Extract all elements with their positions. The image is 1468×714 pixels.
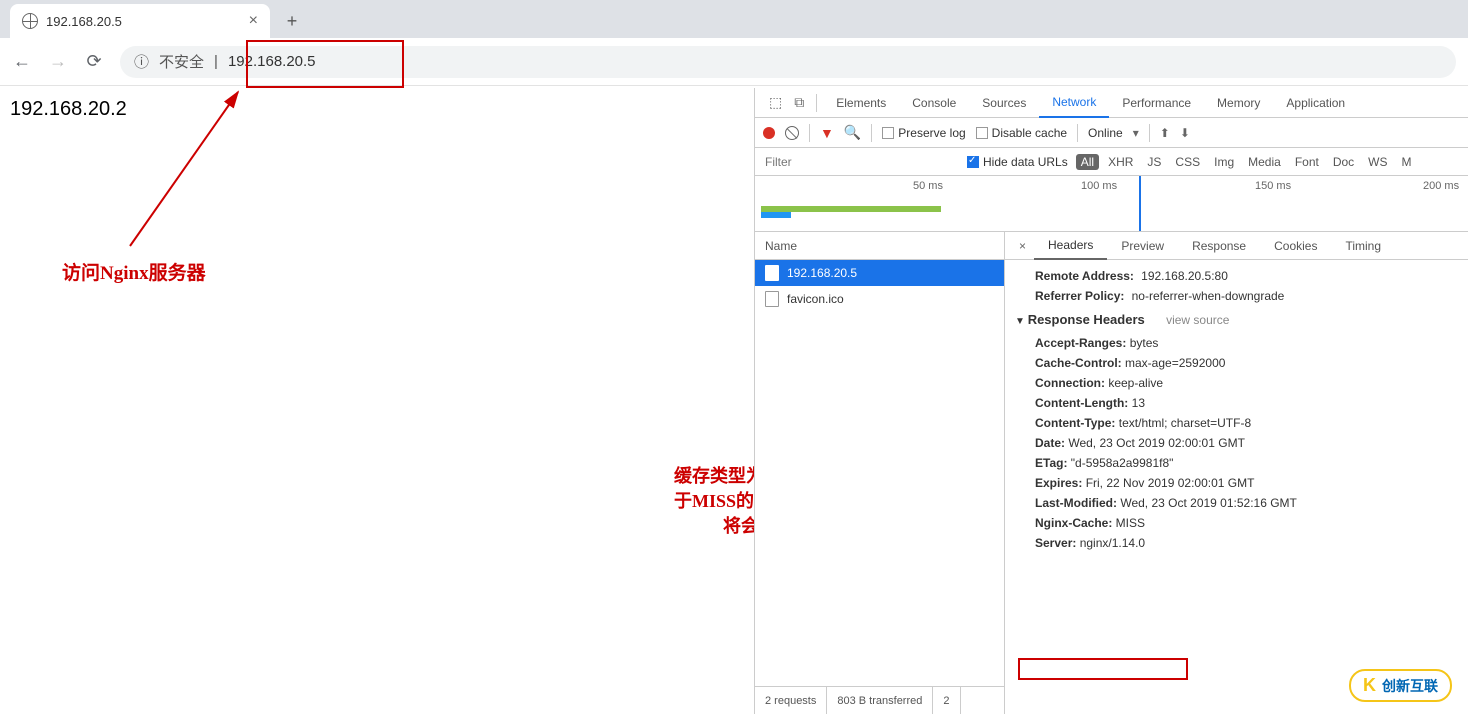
response-header-line: Last-Modified: Wed, 23 Oct 2019 01:52:16… <box>1015 493 1458 513</box>
devtools-tab-performance[interactable]: Performance <box>1109 88 1204 118</box>
devtools-tab-sources[interactable]: Sources <box>969 88 1039 118</box>
filter-type-img[interactable]: Img <box>1209 154 1239 170</box>
request-name: 192.168.20.5 <box>787 266 857 280</box>
devtools-tabs: ⬚ ⧉ ElementsConsoleSourcesNetworkPerform… <box>755 88 1468 118</box>
detail-tab-headers[interactable]: Headers <box>1034 232 1107 260</box>
detail-tab-timing[interactable]: Timing <box>1331 232 1395 260</box>
download-icon[interactable]: ⬇ <box>1180 126 1190 140</box>
devtools-tab-network[interactable]: Network <box>1039 88 1109 118</box>
search-icon[interactable]: 🔍 <box>844 124 861 141</box>
annotation-arrow-1 <box>120 86 250 256</box>
filter-type-doc[interactable]: Doc <box>1328 154 1359 170</box>
inspect-icon[interactable]: ⬚ <box>763 94 788 111</box>
response-header-line: Connection: keep-alive <box>1015 373 1458 393</box>
filter-type-m[interactable]: M <box>1397 154 1417 170</box>
response-header-line: Content-Type: text/html; charset=UTF-8 <box>1015 413 1458 433</box>
clear-icon[interactable] <box>785 126 799 140</box>
close-detail-icon[interactable]: × <box>1011 239 1034 253</box>
watermark-icon: K <box>1363 675 1376 696</box>
omnibox[interactable]: ⓘ 不安全 | 192.168.20.5 <box>120 46 1456 78</box>
info-icon: ⓘ <box>134 51 149 72</box>
forward-button[interactable]: → <box>48 51 68 72</box>
preserve-log-checkbox[interactable]: Preserve log <box>882 126 965 140</box>
device-icon[interactable]: ⧉ <box>788 94 810 111</box>
back-button[interactable]: ← <box>12 51 32 72</box>
file-icon <box>765 265 779 281</box>
filter-icon[interactable]: ▼ <box>820 125 834 141</box>
filter-type-js[interactable]: JS <box>1142 154 1166 170</box>
filter-type-xhr[interactable]: XHR <box>1103 154 1138 170</box>
network-toolbar: ▼ 🔍 Preserve log Disable cache Online ▾ … <box>755 118 1468 148</box>
new-tab-button[interactable]: + <box>278 7 306 35</box>
network-main: Name 192.168.20.5 favicon.ico 2 requests … <box>755 232 1468 714</box>
record-icon[interactable] <box>763 127 775 139</box>
chevron-down-icon[interactable]: ▾ <box>1133 126 1139 140</box>
upload-icon[interactable]: ⬆ <box>1160 126 1170 140</box>
request-row[interactable]: 192.168.20.5 <box>755 260 1004 286</box>
request-footer: 2 requests 803 B transferred 2 <box>755 686 1004 714</box>
page-content: 192.168.20.2 <box>10 98 127 121</box>
response-header-line: Date: Wed, 23 Oct 2019 02:00:01 GMT <box>1015 433 1458 453</box>
timeline-mark: 200 ms <box>1423 180 1459 192</box>
response-header-line: ETag: "d-5958a2a9981f8" <box>1015 453 1458 473</box>
url-text: 192.168.20.5 <box>228 53 316 70</box>
detail-tab-preview[interactable]: Preview <box>1107 232 1178 260</box>
filter-type-ws[interactable]: WS <box>1363 154 1392 170</box>
devtools-panel: ⬚ ⧉ ElementsConsoleSourcesNetworkPerform… <box>754 88 1468 714</box>
tab-strip: 192.168.20.5 × + <box>0 0 1468 38</box>
request-list: Name 192.168.20.5 favicon.ico 2 requests … <box>755 232 1005 714</box>
globe-icon <box>22 13 38 29</box>
devtools-tab-elements[interactable]: Elements <box>823 88 899 118</box>
filter-type-media[interactable]: Media <box>1243 154 1286 170</box>
transferred-size: 803 B transferred <box>827 687 933 714</box>
response-header-line: Accept-Ranges: bytes <box>1015 333 1458 353</box>
filter-type-css[interactable]: CSS <box>1170 154 1205 170</box>
devtools-tab-memory[interactable]: Memory <box>1204 88 1273 118</box>
close-tab-icon[interactable]: × <box>249 12 258 30</box>
response-header-line: Nginx-Cache: MISS <box>1015 513 1458 533</box>
filter-type-all[interactable]: All <box>1076 154 1099 170</box>
filter-input[interactable] <box>759 153 959 171</box>
devtools-tab-console[interactable]: Console <box>899 88 969 118</box>
security-label: 不安全 <box>159 51 204 72</box>
request-header-name[interactable]: Name <box>755 232 1004 260</box>
timeline-mark: 150 ms <box>1255 180 1291 192</box>
timeline-bar <box>761 212 791 218</box>
request-row[interactable]: favicon.ico <box>755 286 1004 312</box>
address-bar: ← → ⟳ ⓘ 不安全 | 192.168.20.5 <box>0 38 1468 86</box>
response-header-line: Expires: Fri, 22 Nov 2019 02:00:01 GMT <box>1015 473 1458 493</box>
network-filter-row: Hide data URLs AllXHRJSCSSImgMediaFontDo… <box>755 148 1468 176</box>
online-status[interactable]: Online <box>1088 126 1123 140</box>
annotation-nginx-text: 访问Nginx服务器 <box>62 258 206 285</box>
reload-button[interactable]: ⟳ <box>84 51 104 72</box>
disable-cache-checkbox[interactable]: Disable cache <box>976 126 1067 140</box>
detail-tab-cookies[interactable]: Cookies <box>1260 232 1331 260</box>
timeline-cursor <box>1139 176 1141 231</box>
footer-extra: 2 <box>933 687 960 714</box>
response-header-line: Cache-Control: max-age=2592000 <box>1015 353 1458 373</box>
request-name: favicon.ico <box>787 292 844 306</box>
watermark: K 创新互联 <box>1349 669 1452 702</box>
detail-pane: × HeadersPreviewResponseCookiesTiming Re… <box>1005 232 1468 714</box>
view-source-link[interactable]: view source <box>1166 313 1229 327</box>
network-timeline[interactable]: 50 ms 100 ms 150 ms 200 ms <box>755 176 1468 232</box>
response-header-line: Server: nginx/1.14.0 <box>1015 533 1458 553</box>
response-header-line: Content-Length: 13 <box>1015 393 1458 413</box>
detail-body[interactable]: Remote Address: 192.168.20.5:80 Referrer… <box>1005 260 1468 714</box>
file-icon <box>765 291 779 307</box>
browser-tab[interactable]: 192.168.20.5 × <box>10 4 270 38</box>
devtools-tab-application[interactable]: Application <box>1273 88 1358 118</box>
request-count: 2 requests <box>755 687 827 714</box>
detail-tab-response[interactable]: Response <box>1178 232 1260 260</box>
timeline-mark: 100 ms <box>1081 180 1117 192</box>
response-headers-section[interactable]: Response Headers <box>1015 312 1145 327</box>
tab-title: 192.168.20.5 <box>46 14 241 29</box>
hide-data-urls-checkbox[interactable]: Hide data URLs <box>967 155 1068 169</box>
detail-tabs: × HeadersPreviewResponseCookiesTiming <box>1005 232 1468 260</box>
timeline-mark: 50 ms <box>913 180 943 192</box>
filter-type-font[interactable]: Font <box>1290 154 1324 170</box>
